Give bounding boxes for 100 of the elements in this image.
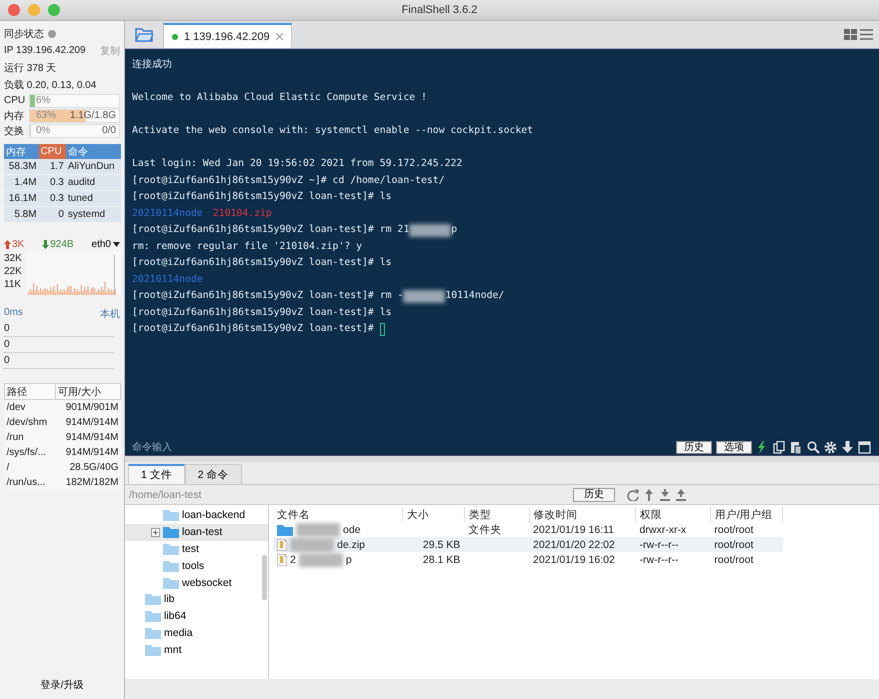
- directory-name: 20210114node: [132, 272, 203, 286]
- settings-icon[interactable]: [824, 440, 837, 454]
- meter-label: CPU: [4, 95, 26, 106]
- terminal-tab[interactable]: 1 139.196.42.209: [163, 23, 292, 48]
- meter-detail: 1.1G/1.8G: [70, 110, 116, 121]
- copy-icon[interactable]: [773, 440, 786, 454]
- file-row[interactable]: ode 文件夹 2021/01/19 16:11 drwxr-xr-x root/root: [273, 522, 782, 537]
- file-name[interactable]: de.zip: [273, 537, 402, 552]
- login-button[interactable]: 登录/升级: [40, 678, 84, 699]
- folder-name[interactable]: tools: [182, 560, 204, 572]
- up-arrow-icon[interactable]: [643, 488, 655, 500]
- folder-icon[interactable]: [135, 28, 153, 42]
- folder-name[interactable]: media: [164, 626, 193, 639]
- column-header[interactable]: 文件名: [273, 507, 402, 522]
- expand-icon[interactable]: [151, 528, 160, 537]
- refresh-icon[interactable]: [627, 488, 639, 500]
- meter-detail: 0/0: [102, 125, 116, 136]
- close-icon[interactable]: [276, 33, 283, 40]
- table-cell: root/root: [710, 522, 782, 537]
- file-name[interactable]: ode: [273, 522, 402, 537]
- down-arrow-icon: [42, 240, 50, 248]
- search-icon[interactable]: [807, 440, 820, 454]
- terminal-cursor: [380, 322, 385, 336]
- close-button[interactable]: [8, 4, 20, 16]
- download-rate: 924B: [50, 238, 74, 250]
- meter-reading: 63%: [36, 110, 56, 121]
- column-header[interactable]: 类型: [464, 507, 530, 522]
- column-header[interactable]: 修改时间: [529, 507, 636, 522]
- column-header[interactable]: 路径: [4, 384, 56, 400]
- table-cell: 28.1 KB: [402, 552, 464, 567]
- meter-reading: 6%: [36, 95, 50, 106]
- file-row[interactable]: de.zip 29.5 KB 2021/01/20 22:02 -rw-r--r-- root/root: [273, 537, 782, 552]
- terminal-text: Welcome to Alibaba Cloud Elastic Compute Service !: [132, 91, 427, 105]
- grid-icon[interactable]: [844, 29, 857, 40]
- terminal-text: 10114node/: [445, 289, 504, 303]
- folder-icon: [145, 626, 161, 639]
- table-cell: 2021/01/19 16:11: [529, 522, 636, 537]
- latency-value: 0: [4, 355, 10, 366]
- down-arrow-icon[interactable]: [841, 440, 854, 454]
- terminal-text: Last login: Wed Jan 20 19:56:02 2021 from 59.172.245.222: [132, 157, 462, 171]
- folder-name[interactable]: lib: [164, 593, 175, 606]
- terminal-text: [root@iZuf6an61hj86tsm15y90vZ loan-test]# ls: [132, 306, 392, 320]
- folder-icon: [163, 526, 179, 538]
- panel-tab[interactable]: 2 命令: [184, 464, 242, 484]
- window-icon[interactable]: [858, 440, 871, 454]
- terminal-button[interactable]: 选项: [716, 440, 752, 454]
- folder-icon: [163, 509, 179, 522]
- table-cell: 16.1M: [4, 190, 39, 206]
- caret-icon: [113, 242, 120, 246]
- column-header[interactable]: 权限: [636, 507, 710, 522]
- menu-icon[interactable]: [860, 29, 873, 40]
- folder-name[interactable]: lib64: [164, 610, 186, 622]
- archive-name: 210104.zip: [212, 206, 272, 220]
- table-cell: root/root: [710, 537, 782, 552]
- upload-rate: 3K: [12, 238, 24, 250]
- terminal-text: p: [451, 223, 458, 237]
- paste-icon[interactable]: [790, 440, 803, 454]
- terminal-button[interactable]: 历史: [676, 440, 712, 454]
- interface-dropdown[interactable]: eth0: [92, 238, 120, 250]
- table-cell: 914M/914M: [56, 415, 120, 430]
- table-cell: 28.5G/40G: [56, 460, 120, 475]
- latency-value: 0: [4, 339, 10, 350]
- table-cell: /dev: [4, 400, 56, 415]
- meter-label: 内存: [4, 110, 25, 122]
- directory-name: 20210114node: [132, 206, 203, 220]
- window-title: FinalShell 3.6.2: [402, 4, 478, 16]
- table-cell: 914M/914M: [56, 430, 120, 445]
- folder-name[interactable]: test: [182, 542, 199, 555]
- terminal-text: [root@iZuf6an61hj86tsm15y90vZ loan-test]# rm -: [132, 289, 404, 303]
- history-button[interactable]: 历史: [573, 488, 615, 502]
- folder-icon: [163, 560, 179, 572]
- table-cell: 1.7: [38, 159, 66, 174]
- table-cell: root/root: [710, 552, 782, 567]
- axis-label: 11K: [4, 279, 22, 290]
- table-cell: 58.3M: [4, 159, 39, 174]
- blurred-text: [409, 224, 452, 237]
- table-cell: tuned: [66, 190, 121, 206]
- upload-icon[interactable]: [675, 488, 687, 500]
- folder-name[interactable]: mnt: [164, 644, 182, 656]
- table-cell: 1.4M: [4, 174, 39, 190]
- folder-name[interactable]: websocket: [182, 576, 232, 589]
- table-cell: /run: [4, 430, 56, 445]
- file-name[interactable]: 2 p: [273, 552, 402, 567]
- command-input[interactable]: 命令输入: [132, 442, 672, 452]
- folder-icon: [145, 644, 161, 656]
- table-cell: 2021/01/20 22:02: [529, 537, 636, 552]
- sync-status-label: 同步状态: [4, 28, 44, 40]
- file-row[interactable]: 2 p 28.1 KB 2021/01/19 16:02 -rw-r--r-- root/root: [273, 552, 782, 567]
- folder-name[interactable]: loan-backend: [182, 509, 246, 522]
- download-icon[interactable]: [659, 488, 671, 500]
- folder-icon: [145, 610, 161, 622]
- column-header[interactable]: 大小: [402, 507, 464, 522]
- scrollbar-thumb[interactable]: [262, 555, 267, 600]
- column-header[interactable]: 用户/用户组: [710, 507, 782, 522]
- panel-tab[interactable]: 1 文件: [128, 464, 185, 484]
- table-cell: 914M/914M: [56, 445, 120, 460]
- column-header[interactable]: 可用/大小: [56, 384, 120, 400]
- folder-icon: [163, 576, 179, 589]
- table-cell: drwxr-xr-x: [636, 522, 710, 537]
- folder-icon: [145, 593, 161, 606]
